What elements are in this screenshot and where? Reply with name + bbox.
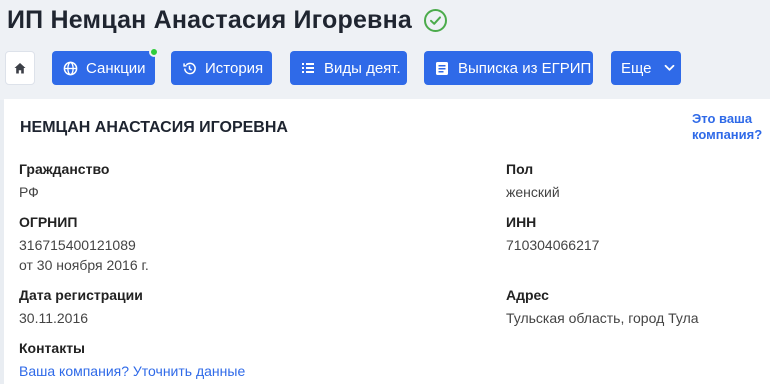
- inn-value: 710304066217: [506, 237, 600, 253]
- citizenship-label: Гражданство: [19, 161, 110, 177]
- egrip-extract-label: Выписка из ЕГРИП: [458, 59, 592, 77]
- company-card: НЕМЦАН АНАСТАСИЯ ИГОРЕВНА Это ваша компа…: [4, 99, 770, 384]
- ogrnip-label: ОГРНИП: [19, 214, 78, 230]
- history-label: История: [205, 59, 264, 77]
- activities-label: Виды деят.: [324, 59, 401, 77]
- activities-button[interactable]: Виды деят.: [290, 51, 407, 85]
- egrip-extract-button[interactable]: Выписка из ЕГРИП: [424, 51, 593, 85]
- list-icon: [300, 60, 316, 76]
- ogrnip-date: от 30 ноября 2016 г.: [19, 257, 149, 273]
- address-value: Тульская область, город Тула: [506, 310, 699, 326]
- more-button[interactable]: Еще: [611, 51, 681, 85]
- title-row: ИП Немцан Анастасия Игоревна: [7, 3, 448, 37]
- history-button[interactable]: История: [171, 51, 272, 85]
- gender-value: женский: [506, 184, 560, 200]
- your-company-line2: компания?: [692, 127, 763, 142]
- globe-icon: [62, 60, 78, 76]
- sanctions-button[interactable]: Санкции: [52, 47, 159, 85]
- header: ИП Немцан Анастасия Игоревна Санкции Ист…: [0, 0, 770, 100]
- ogrnip-value: 316715400121089: [19, 237, 136, 253]
- more-label: Еще: [621, 59, 652, 77]
- sanctions-label: Санкции: [86, 59, 146, 77]
- registration-date-value: 30.11.2016: [19, 310, 89, 326]
- history-icon: [181, 60, 197, 76]
- your-company-line1: Это ваша: [692, 111, 753, 126]
- document-icon: [434, 60, 450, 76]
- notification-dot: [149, 47, 159, 57]
- chevron-down-icon: [664, 64, 675, 72]
- update-data-link[interactable]: Ваша компания? Уточнить данные: [19, 363, 245, 379]
- company-name: НЕМЦАН АНАСТАСИЯ ИГОРЕВНА: [20, 119, 288, 136]
- home-icon: [13, 61, 27, 75]
- check-circle-icon: [424, 8, 448, 32]
- registration-date-label: Дата регистрации: [19, 287, 143, 303]
- page-title: ИП Немцан Анастасия Игоревна: [7, 5, 413, 34]
- citizenship-value: РФ: [19, 184, 39, 200]
- inn-label: ИНН: [506, 214, 537, 230]
- gender-label: Пол: [506, 161, 534, 177]
- your-company-link[interactable]: Это ваша компания?: [692, 111, 770, 143]
- contacts-label: Контакты: [19, 340, 86, 356]
- home-button[interactable]: [5, 51, 35, 85]
- address-label: Адрес: [506, 287, 549, 303]
